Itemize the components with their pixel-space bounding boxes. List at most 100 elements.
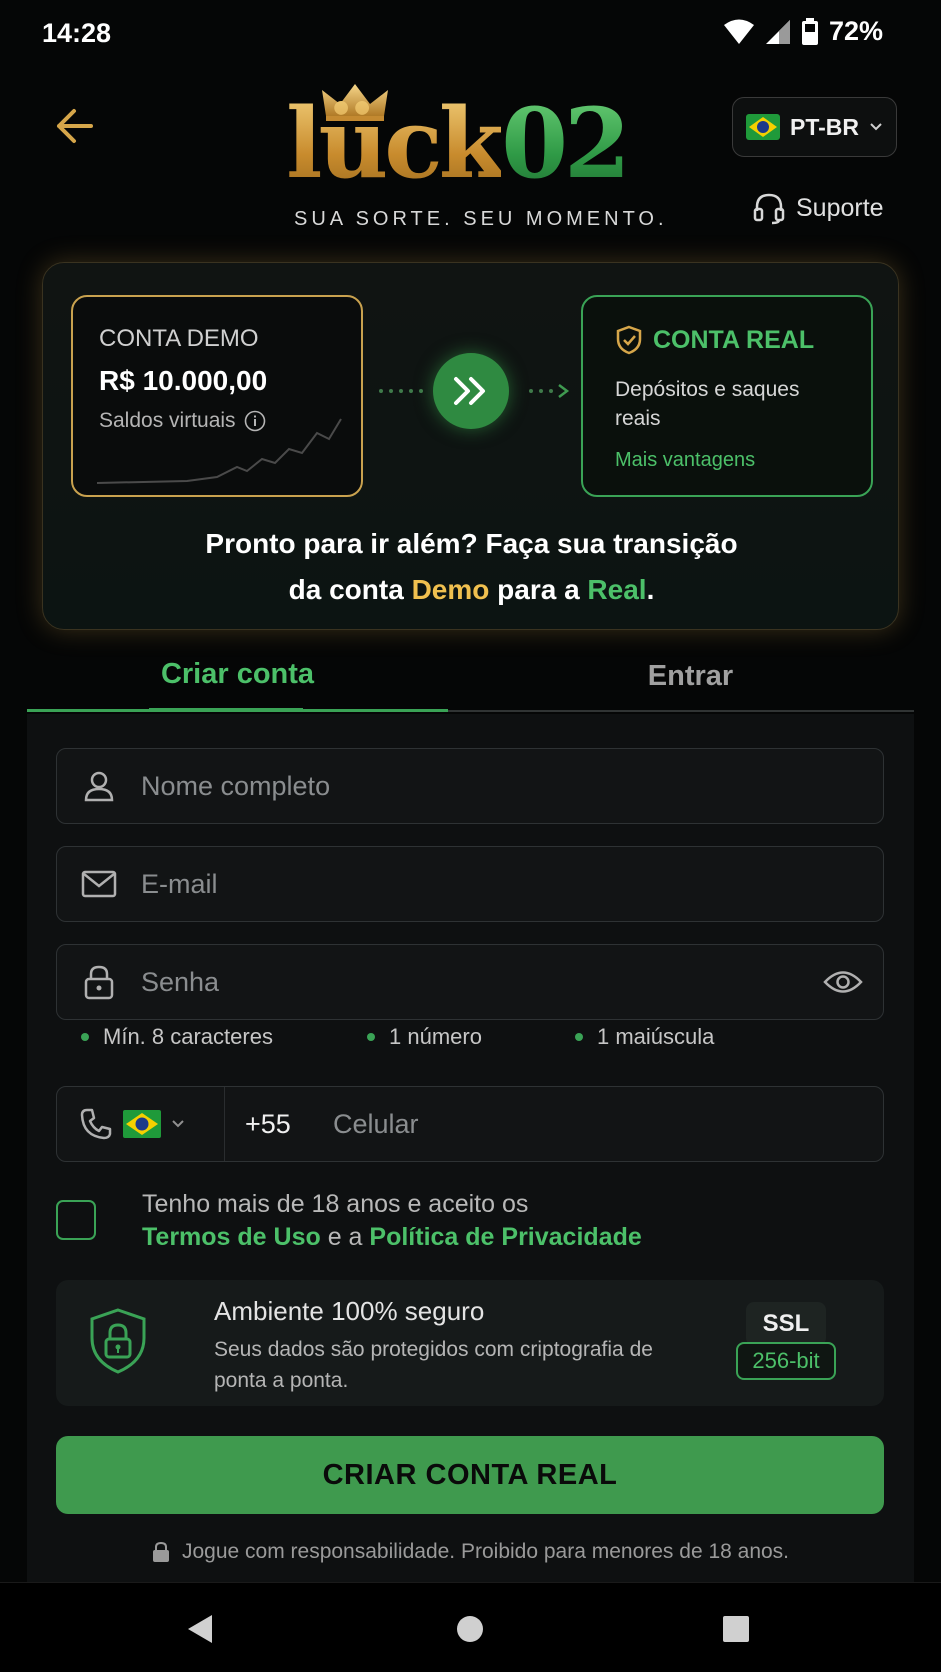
promo-mid: para a: [489, 574, 588, 605]
battery-icon: [801, 17, 818, 45]
security-info-box: Ambiente 100% seguro Seus dados são prot…: [56, 1280, 884, 1406]
status-time: 14:28: [42, 18, 112, 48]
battery-percent: 72%: [828, 16, 883, 46]
demo-account-box: CONTA DEMO R$ 10.000,00 Saldos virtuais: [71, 295, 363, 497]
nav-home-button[interactable]: [446, 1605, 494, 1653]
rule-number: 1 número: [367, 1024, 482, 1050]
rule-min-chars: Mín. 8 caracteres: [81, 1024, 273, 1050]
terms-consent: Tenho mais de 18 anos e aceito os Termos…: [56, 1188, 876, 1258]
logo-luck: lück: [286, 87, 505, 200]
password-rules: Mín. 8 caracteres 1 número 1 maiúscula: [27, 1024, 914, 1054]
privacy-policy-link[interactable]: Política de Privacidade: [369, 1223, 641, 1251]
ssl-badge: SSL 256-bit: [736, 1302, 836, 1384]
info-icon[interactable]: [244, 410, 266, 432]
rule-dot: [81, 1033, 89, 1041]
create-real-account-button[interactable]: CRIAR CONTA REAL: [56, 1436, 884, 1514]
terms-of-use-link[interactable]: Termos de Uso: [142, 1223, 321, 1251]
security-description: Seus dados são protegidos com criptograf…: [214, 1338, 653, 1392]
email-field[interactable]: [56, 846, 884, 922]
rule-text: Mín. 8 caracteres: [103, 1024, 273, 1049]
rule-uppercase: 1 maiúscula: [575, 1024, 714, 1050]
eye-icon: [823, 971, 863, 993]
status-bar: 14:28 72%: [0, 0, 941, 68]
password-input[interactable]: [141, 966, 803, 998]
rule-text: 1 maiúscula: [597, 1024, 715, 1049]
double-chevron-right-icon: [454, 377, 485, 405]
toggle-password-visibility[interactable]: [803, 969, 883, 995]
demo-account-title: CONTA DEMO: [99, 325, 259, 352]
promo-demo-highlight: Demo: [411, 574, 490, 605]
back-button[interactable]: [48, 100, 100, 152]
ssl-bits: 256-bit: [736, 1342, 836, 1380]
support-label: Suporte: [796, 193, 884, 222]
transition-arrow-button: [433, 353, 509, 429]
terms-text: Tenho mais de 18 anos e aceito os Termos…: [142, 1188, 642, 1254]
responsible-gaming-notice: Jogue com responsabilidade. Proibido par…: [27, 1540, 914, 1564]
phone-country-selector[interactable]: [57, 1087, 225, 1161]
language-label: PT-BR: [790, 113, 859, 140]
promo-real-highlight: Real: [587, 574, 647, 605]
promo-line2: da conta Demo para a Real.: [43, 567, 900, 613]
full-name-input[interactable]: [141, 770, 883, 802]
real-account-title-row: CONTA REAL: [615, 325, 814, 355]
lock-icon: [57, 964, 141, 1000]
nav-home-icon: [457, 1616, 483, 1642]
demo-subtitle-text: Saldos virtuais: [99, 409, 236, 432]
nav-back-icon: [188, 1615, 212, 1643]
ssl-label: SSL: [746, 1302, 826, 1346]
terms-checkbox[interactable]: [56, 1200, 96, 1240]
signup-form: Mín. 8 caracteres 1 número 1 maiúscula +…: [27, 714, 914, 1582]
system-nav-bar: [0, 1582, 941, 1672]
dots-right-decoration: [529, 384, 570, 398]
nav-recents-button[interactable]: [712, 1605, 760, 1653]
back-arrow-icon: [57, 109, 93, 143]
promo-message: Pronto para ir além? Faça sua transição …: [43, 521, 900, 613]
rule-text: 1 número: [389, 1024, 482, 1049]
promo-prefix: da conta: [288, 574, 412, 605]
promo-line1: Pronto para ir além? Faça sua transição: [205, 528, 738, 559]
real-account-description: Depósitos e saques reais: [615, 378, 800, 430]
rule-dot: [575, 1033, 583, 1041]
logo-tagline: SUA SORTE. SEU MOMENTO.: [294, 208, 668, 230]
support-button[interactable]: Suporte: [752, 188, 884, 228]
account-transition-card: CONTA DEMO R$ 10.000,00 Saldos virtuais …: [42, 262, 899, 630]
rule-dot: [367, 1033, 375, 1041]
logo-02: 02: [501, 87, 631, 200]
nav-back-button[interactable]: [176, 1605, 224, 1653]
brazil-flag-icon: [123, 1110, 161, 1138]
shield-check-icon: [616, 325, 642, 355]
nav-recents-icon: [723, 1616, 749, 1642]
dots-left-decoration: [379, 389, 423, 393]
more-benefits-link[interactable]: Mais vantagens: [615, 449, 755, 472]
password-field[interactable]: [56, 944, 884, 1020]
chevron-down-icon: [172, 1120, 184, 1128]
tab-login[interactable]: Entrar: [467, 640, 914, 712]
disclaimer-text: Jogue com responsabilidade. Proibido par…: [181, 1540, 790, 1563]
auth-tabs: Criar conta Entrar: [27, 640, 914, 712]
phone-field[interactable]: +55: [56, 1086, 884, 1162]
full-name-field[interactable]: [56, 748, 884, 824]
lock-icon: [152, 1541, 169, 1562]
active-tab-indicator: [149, 708, 303, 712]
user-icon: [57, 769, 141, 803]
language-selector[interactable]: PT-BR: [732, 97, 897, 157]
phone-input[interactable]: [333, 1108, 883, 1140]
email-input[interactable]: [141, 868, 883, 900]
brand-logo: lück02 SUA SORTE. SEU MOMENTO.: [280, 82, 664, 232]
shield-lock-icon: [90, 1308, 146, 1374]
phone-icon: [80, 1108, 112, 1140]
status-icons: 72%: [723, 16, 883, 47]
tab-create-account[interactable]: Criar conta: [27, 640, 448, 712]
promo-end: .: [646, 574, 655, 605]
mail-icon: [57, 870, 141, 898]
security-title: Ambiente 100% seguro: [214, 1296, 485, 1326]
logo-wordmark: lück02: [286, 96, 631, 192]
demo-account-subtitle: Saldos virtuais: [99, 409, 266, 433]
signal-icon: [765, 19, 790, 44]
headset-icon: [753, 193, 785, 225]
phone-country-code: +55: [245, 1108, 291, 1139]
wifi-icon: [723, 19, 754, 44]
tab-login-label: Entrar: [647, 659, 734, 692]
real-account-box: CONTA REAL Depósitos e saques reais Mais…: [581, 295, 873, 497]
terms-mid: e a: [320, 1223, 370, 1251]
